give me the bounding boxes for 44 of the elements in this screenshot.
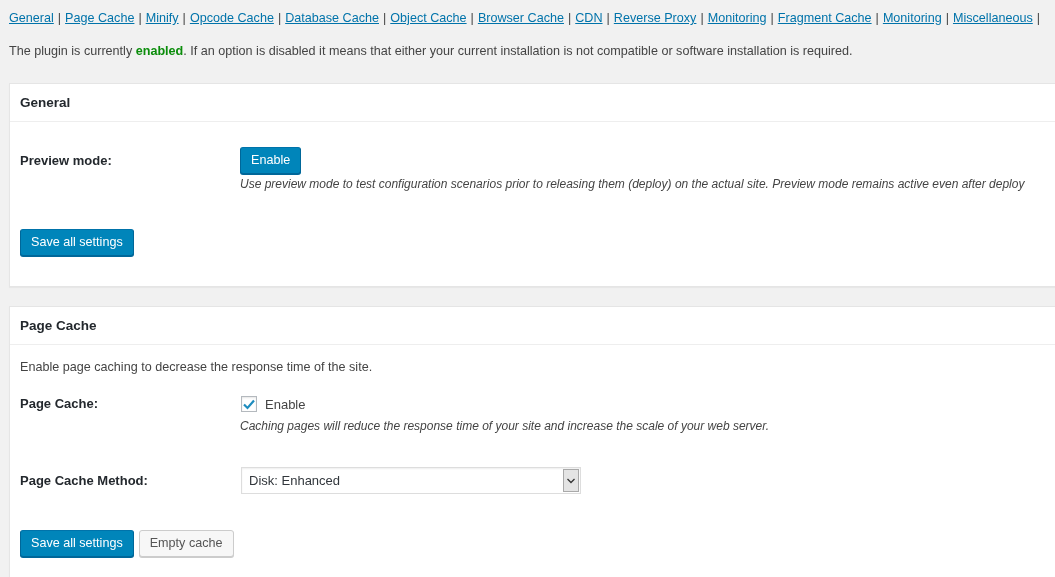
field-label: Preview mode: (20, 152, 113, 170)
nav-link[interactable]: Monitoring (882, 8, 942, 28)
nav-separator: | (769, 10, 775, 27)
nav-link[interactable]: Monitoring (707, 8, 767, 28)
section-title: Page Cache (10, 307, 1055, 345)
enable-button[interactable]: Enable (240, 147, 302, 174)
nav-link[interactable]: CDN (575, 8, 603, 28)
nav-separator: | (382, 10, 388, 27)
nav-separator: | (181, 10, 187, 27)
primary-button[interactable]: Save all settings (20, 530, 134, 557)
nav-separator: | (56, 10, 63, 27)
nav-link[interactable]: Browser Cache (477, 8, 564, 28)
field-description: Caching pages will reduce the response time of your site and increase the scale of your web server. (240, 418, 770, 435)
nav-separator: | (605, 10, 611, 27)
nav-link[interactable]: General (9, 8, 54, 28)
nav-separator: | (137, 10, 143, 27)
chevron-down-icon (563, 469, 579, 492)
nav-separator: | (566, 10, 573, 27)
nav-link[interactable]: Object Cache (390, 8, 467, 28)
checkmark-icon (243, 398, 255, 410)
nav-separator: | (276, 10, 283, 27)
checkbox[interactable] (241, 396, 257, 412)
nav-link[interactable]: Miscellaneous (952, 8, 1033, 28)
status-notice: The plugin is currently enabled. If an option is disabled it means that either your current installation is not compatible or software installation is required. (9, 43, 854, 60)
nav-link[interactable]: Fragment Cache (777, 8, 872, 28)
section-intro: Enable page caching to decrease the response time of the site. (20, 359, 374, 376)
nav-separator: | (1035, 10, 1042, 27)
field-label: Page Cache: (20, 395, 100, 413)
section-title: General (10, 84, 1055, 122)
nav-link[interactable]: Opcode Cache (189, 8, 274, 28)
nav-link[interactable]: Minify (145, 8, 179, 28)
field-description: Use preview mode to test configuration scenarios prior to releasing them (deploy) on the actual site. Preview mode remains active even after deploy (240, 176, 1025, 193)
nav-link[interactable]: Reverse Proxy (613, 8, 697, 28)
secondary-button[interactable]: Empty cache (138, 530, 234, 557)
dropdown-select[interactable]: Disk: Enhanced (241, 467, 581, 494)
field-label: Page Cache Method: (20, 472, 149, 490)
primary-button[interactable]: Save all settings (20, 229, 134, 256)
nav-link[interactable]: Database Cache (285, 8, 379, 28)
nav-separator: | (469, 10, 475, 27)
nav-separator: | (944, 10, 950, 27)
nav-link[interactable]: Page Cache (65, 8, 135, 28)
nav-separator: | (699, 10, 705, 27)
checkbox-label[interactable]: Enable (265, 396, 306, 412)
nav-separator: | (874, 10, 880, 27)
